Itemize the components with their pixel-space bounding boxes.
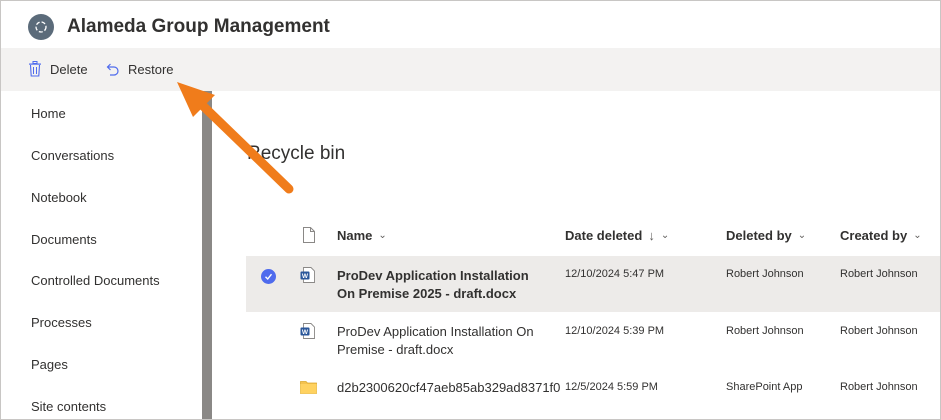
chevron-down-icon: ⌄ bbox=[797, 230, 807, 241]
file-name[interactable]: d2b2300620cf47aeb85ab329ad8371f0 bbox=[337, 379, 560, 397]
created-by: Robert Johnson bbox=[840, 381, 918, 393]
sidebar-item-home[interactable]: Home bbox=[31, 106, 66, 121]
column-header-name-label: Name bbox=[337, 228, 373, 243]
sidebar-scrollbar[interactable] bbox=[202, 91, 212, 419]
deleted-by: SharePoint App bbox=[726, 381, 803, 393]
date-deleted: 12/5/2024 5:59 PM bbox=[565, 381, 658, 393]
sort-descending-icon: ↓ bbox=[648, 228, 655, 243]
sidebar-item-controlled-documents[interactable]: Controlled Documents bbox=[31, 273, 160, 288]
column-header-created-by[interactable]: Created by ⌄ bbox=[840, 228, 922, 243]
trash-icon bbox=[29, 61, 41, 77]
file-name[interactable]: ProDev Application Installation On Premi… bbox=[337, 323, 549, 359]
page-title: Recycle bin bbox=[247, 143, 346, 164]
restore-label: Restore bbox=[128, 61, 174, 77]
restore-button[interactable]: Restore bbox=[104, 58, 174, 80]
table-row[interactable]: d2b2300620cf47aeb85ab329ad8371f0 12/5/20… bbox=[246, 368, 940, 419]
column-header-date-deleted-label: Date deleted bbox=[565, 228, 643, 243]
table-row[interactable]: W ProDev Application Installation On Pre… bbox=[246, 256, 940, 312]
checkmark-circle-icon[interactable] bbox=[261, 269, 276, 284]
column-header-created-by-label: Created by bbox=[840, 228, 908, 243]
date-deleted: 12/10/2024 5:39 PM bbox=[565, 325, 665, 337]
date-deleted: 12/10/2024 5:47 PM bbox=[565, 268, 665, 280]
deleted-by: Robert Johnson bbox=[726, 268, 804, 280]
site-logo-icon[interactable] bbox=[28, 14, 54, 40]
word-doc-icon: W bbox=[300, 267, 315, 283]
sidebar-nav: Home Conversations Notebook Documents Co… bbox=[1, 91, 202, 419]
table-row[interactable]: W ProDev Application Installation On Pre… bbox=[246, 312, 940, 368]
sidebar-item-pages[interactable]: Pages bbox=[31, 357, 68, 372]
sidebar-item-documents[interactable]: Documents bbox=[31, 232, 97, 247]
column-header-name[interactable]: Name ⌄ bbox=[337, 228, 387, 243]
delete-label: Delete bbox=[50, 61, 88, 77]
chevron-down-icon: ⌄ bbox=[660, 230, 670, 241]
created-by: Robert Johnson bbox=[840, 325, 918, 337]
sidebar-item-notebook[interactable]: Notebook bbox=[31, 190, 87, 205]
file-type-header-icon[interactable] bbox=[302, 227, 316, 243]
site-title[interactable]: Alameda Group Management bbox=[67, 16, 330, 38]
word-doc-icon: W bbox=[300, 323, 315, 339]
column-header-deleted-by[interactable]: Deleted by ⌄ bbox=[726, 228, 806, 243]
command-bar: Delete Restore bbox=[1, 48, 940, 91]
file-name[interactable]: ProDev Application Installation On Premi… bbox=[337, 267, 549, 303]
svg-text:W: W bbox=[302, 329, 309, 336]
svg-text:W: W bbox=[302, 273, 309, 280]
sidebar-item-site-contents[interactable]: Site contents bbox=[31, 399, 106, 414]
folder-icon bbox=[300, 381, 317, 394]
undo-icon bbox=[106, 63, 119, 76]
sidebar-item-conversations[interactable]: Conversations bbox=[31, 148, 114, 163]
site-header: Alameda Group Management bbox=[1, 1, 940, 48]
app-window: Alameda Group Management Delete Restore … bbox=[0, 0, 941, 420]
column-header-date-deleted[interactable]: Date deleted ↓ ⌄ bbox=[565, 228, 669, 243]
sidebar-item-processes[interactable]: Processes bbox=[31, 315, 92, 330]
column-header-deleted-by-label: Deleted by bbox=[726, 228, 792, 243]
created-by: Robert Johnson bbox=[840, 268, 918, 280]
chevron-down-icon: ⌄ bbox=[378, 230, 387, 241]
delete-button[interactable]: Delete bbox=[28, 58, 88, 80]
chevron-down-icon: ⌄ bbox=[913, 230, 922, 241]
deleted-by: Robert Johnson bbox=[726, 325, 804, 337]
